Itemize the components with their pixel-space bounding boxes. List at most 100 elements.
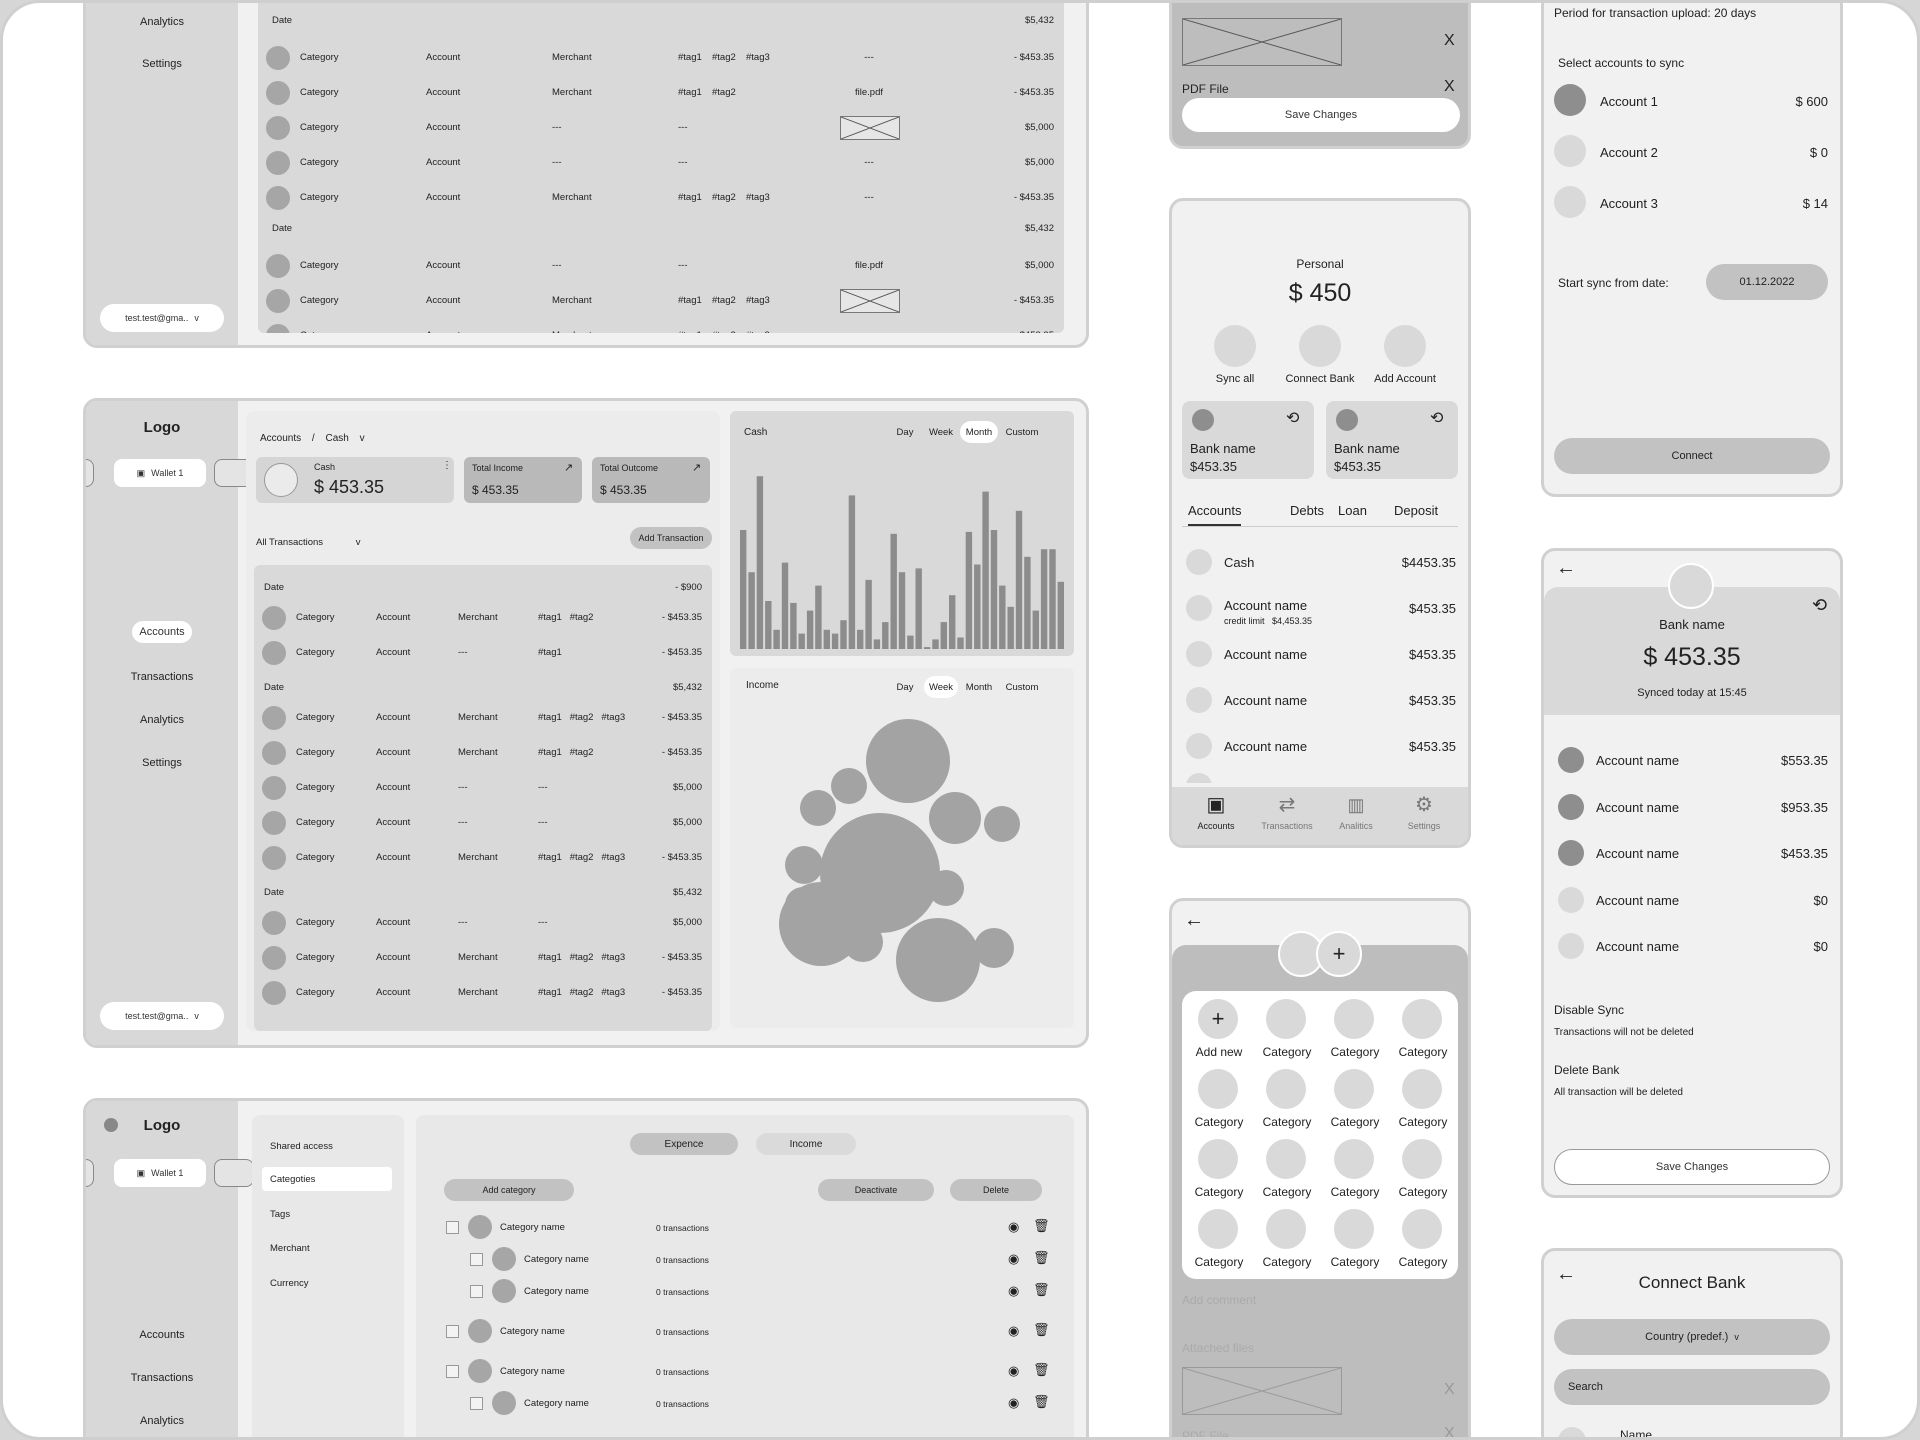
account-email-pill[interactable]: test.test@gma.. v [100, 1002, 224, 1030]
eye-icon[interactable]: ◉ [1008, 1363, 1019, 1379]
sync-account-row[interactable]: Account 3 $ 14 [1544, 182, 1840, 233]
bubble[interactable] [896, 918, 980, 1002]
bottom-nav-accounts[interactable]: ▣ Accounts [1184, 793, 1248, 841]
wallet-prev-tab[interactable] [86, 1159, 94, 1187]
period-custom[interactable]: Custom [1000, 421, 1044, 443]
sync-icon[interactable]: ⟲ [1286, 408, 1299, 428]
bank-account-row[interactable]: Account name $953.35 [1544, 788, 1840, 834]
account-row-partial[interactable] [1172, 773, 1468, 783]
bar[interactable] [740, 530, 747, 649]
nav-analytics[interactable]: Analytics [86, 714, 238, 726]
category-row[interactable]: Category name 0 transactions ◉ 🗑 [416, 1243, 1074, 1275]
close-icon[interactable]: X [1444, 32, 1455, 50]
add-account-button[interactable] [1384, 325, 1426, 367]
cash-card[interactable]: Cash $ 453.35 ⋮ [256, 457, 454, 503]
start-date-input[interactable]: 01.12.2022 [1706, 264, 1828, 300]
back-arrow-icon[interactable]: ← [1556, 557, 1576, 580]
bubble[interactable] [984, 806, 1020, 842]
category-row[interactable]: Category name 0 transactions ◉ 🗑 [416, 1387, 1074, 1419]
table-row[interactable]: Category Account Merchant #tag1 #tag2 - $453… [254, 601, 712, 635]
bottom-nav-analytics[interactable]: ▥ Analitics [1324, 793, 1388, 841]
row-checkbox[interactable] [446, 1325, 459, 1338]
account-checkbox[interactable] [1554, 84, 1586, 116]
trash-icon[interactable]: 🗑 [1033, 1282, 1050, 1298]
add-transaction-button[interactable]: Add Transaction [630, 527, 712, 549]
nav-accounts[interactable]: Accounts [132, 621, 192, 643]
bar[interactable] [865, 579, 872, 649]
row-checkbox[interactable] [470, 1397, 483, 1410]
disable-sync-title[interactable]: Disable Sync [1554, 1003, 1624, 1017]
tab-accounts[interactable]: Accounts [1188, 503, 1242, 526]
bank-account-row[interactable]: Account name $0 [1544, 881, 1840, 927]
bar[interactable] [815, 585, 822, 649]
more-icon[interactable]: ⋮ [442, 460, 452, 471]
account-row[interactable]: Account name $453.35 [1172, 679, 1468, 725]
account-row[interactable]: Account name $453.35 [1172, 633, 1468, 679]
bar[interactable] [1015, 510, 1023, 649]
table-row[interactable]: Category Account Merchant #tag1 #tag2 file.pd… [258, 76, 1064, 110]
bar[interactable] [999, 585, 1006, 649]
nav-analytics[interactable]: Analytics [86, 1415, 238, 1427]
category-row[interactable]: Category name 0 transactions ◉ 🗑 [416, 1211, 1074, 1243]
bar[interactable] [949, 595, 956, 649]
table-row[interactable]: Category Account Merchant #tag1 #tag2 #tag3 - … [258, 284, 1064, 318]
bar[interactable] [840, 620, 847, 649]
bubble[interactable] [785, 846, 823, 884]
bar[interactable] [781, 562, 789, 649]
menu-shared-access[interactable]: Shared access [270, 1141, 333, 1152]
bar[interactable] [773, 629, 780, 649]
category-option[interactable]: Category [1254, 1209, 1320, 1279]
delete-bank-title[interactable]: Delete Bank [1554, 1063, 1619, 1077]
chevron-down-icon[interactable]: v [360, 433, 365, 444]
menu-tags[interactable]: Tags [270, 1209, 290, 1220]
bubble[interactable] [800, 790, 836, 826]
bar[interactable] [932, 639, 939, 649]
tab-debts[interactable]: Debts [1290, 503, 1324, 518]
bubble[interactable] [928, 870, 964, 906]
close-icon[interactable]: X [1444, 1425, 1455, 1437]
eye-icon[interactable]: ◉ [1008, 1323, 1019, 1339]
bar[interactable] [848, 495, 856, 649]
total-income-card[interactable]: Total Income ↗ $ 453.35 [464, 457, 582, 503]
delete-button[interactable]: Delete [950, 1179, 1042, 1201]
bar[interactable] [974, 564, 981, 650]
bar[interactable] [915, 568, 922, 649]
deactivate-button[interactable]: Deactivate [818, 1179, 934, 1201]
bank-account-row[interactable]: Account name $453.35 [1544, 834, 1840, 880]
bar[interactable] [748, 572, 755, 649]
bubble[interactable] [974, 928, 1014, 968]
nav-transactions[interactable]: Transactions [86, 1372, 238, 1384]
account-checkbox[interactable] [1558, 933, 1584, 959]
bar[interactable] [1007, 606, 1014, 649]
table-row[interactable]: Category Account --- --- file.pdf $5,000 [258, 249, 1064, 283]
menu-currency[interactable]: Currency [270, 1278, 309, 1289]
table-row[interactable]: Category Account Merchant #tag1 #tag2 #tag3… [254, 841, 712, 875]
account-row[interactable]: Account name $453.35 [1172, 725, 1468, 771]
table-row[interactable]: Category Account Merchant #tag1 #tag2 #tag3… [254, 941, 712, 975]
table-row[interactable]: Category Account --- --- $5,000 [254, 906, 712, 940]
category-option[interactable]: Category [1390, 1209, 1456, 1279]
account-checkbox[interactable] [1558, 886, 1584, 913]
nav-accounts[interactable]: Accounts [86, 1329, 238, 1341]
period-month[interactable]: Month [960, 421, 998, 443]
category-option[interactable]: Category [1390, 999, 1456, 1069]
eye-icon[interactable]: ◉ [1008, 1219, 1019, 1235]
period-week[interactable]: Week [924, 421, 958, 443]
bar[interactable] [1057, 581, 1064, 649]
search-input[interactable]: Search [1554, 1369, 1830, 1405]
row-checkbox[interactable] [470, 1285, 483, 1298]
bar[interactable] [923, 647, 931, 649]
eye-icon[interactable]: ◉ [1008, 1283, 1019, 1299]
country-select[interactable]: Country (predef.) v [1554, 1319, 1830, 1355]
trash-icon[interactable]: 🗑 [1033, 1362, 1050, 1378]
wallet-tab-active[interactable]: ▣ Wallet 1 [114, 459, 206, 487]
sync-all-button[interactable] [1214, 325, 1256, 367]
bar[interactable] [882, 622, 889, 649]
wallet-prev-tab[interactable] [86, 459, 94, 487]
bar[interactable] [873, 639, 881, 649]
table-row[interactable]: Category Account --- --- --- $5,000 [258, 146, 1064, 180]
tab-expense[interactable]: Expence [630, 1133, 738, 1155]
bar[interactable] [940, 622, 947, 649]
category-option[interactable]: Category [1186, 1209, 1252, 1279]
table-row[interactable]: Category Account Merchant #tag1 #tag2 - $453… [254, 736, 712, 770]
